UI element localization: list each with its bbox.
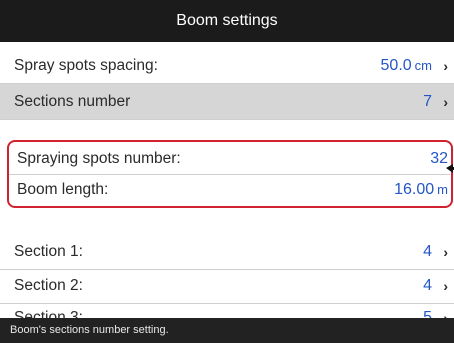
section-label: Section 1: xyxy=(14,242,83,260)
chevron-right-icon: › xyxy=(443,277,448,294)
boom-settings-screen: Boom settings Spray spots spacing: 50.0 c… xyxy=(0,0,454,343)
page-title: Boom settings xyxy=(0,0,454,42)
info-value: 16.00 m xyxy=(394,181,448,198)
setting-row-sections-number[interactable]: Sections number 7 › xyxy=(0,84,454,120)
section-label: Section 2: xyxy=(14,276,83,294)
section-value: 4 xyxy=(423,242,432,260)
mouse-pointer-icon xyxy=(446,164,454,173)
setting-label: Sections number xyxy=(14,92,131,110)
setting-value: 7 xyxy=(423,92,432,110)
setting-row-spray-spots-spacing[interactable]: Spray spots spacing: 50.0 cm › xyxy=(0,48,454,84)
info-row-spraying-spots-number: Spraying spots number: 32 xyxy=(9,144,450,175)
section-row-1[interactable]: Section 1: 4 › xyxy=(0,234,454,270)
status-bar: Boom's sections number setting. xyxy=(0,318,454,343)
setting-label: Spray spots spacing: xyxy=(14,56,158,74)
chevron-right-icon: › xyxy=(443,243,448,260)
section-value: 4 xyxy=(423,276,432,294)
chevron-right-icon: › xyxy=(443,93,448,110)
info-label: Boom length: xyxy=(17,181,109,198)
chevron-right-icon: › xyxy=(443,57,448,74)
setting-value: 50.0 cm xyxy=(380,56,432,74)
info-label: Spraying spots number: xyxy=(17,150,181,167)
info-row-boom-length: Boom length: 16.00 m xyxy=(9,175,450,205)
section-row-2[interactable]: Section 2: 4 › xyxy=(0,268,454,304)
computed-values-highlight: Spraying spots number: 32 Boom length: 1… xyxy=(7,140,453,208)
